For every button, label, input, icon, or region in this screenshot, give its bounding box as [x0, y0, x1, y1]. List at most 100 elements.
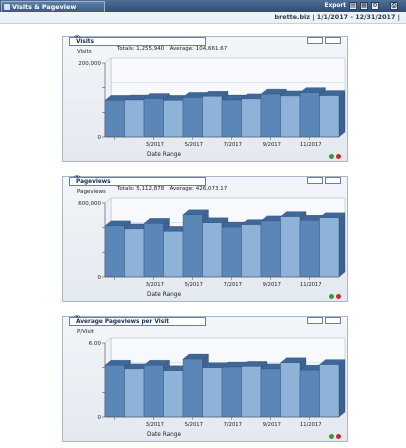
bar-front — [143, 365, 164, 418]
bar-front — [163, 231, 184, 278]
bar-front — [143, 223, 164, 278]
x-tick-label: 7/2017 — [224, 282, 242, 288]
bar-front — [202, 222, 223, 278]
x-tick-label: 11/2017 — [300, 142, 322, 148]
totals-text: Totals: 1,255,940 — [117, 46, 165, 52]
settings-icon[interactable]: ⚙ — [371, 2, 379, 10]
bar-front — [260, 93, 281, 138]
x-tick-label: 3/2017 — [146, 422, 164, 428]
line-chart-icon[interactable] — [325, 177, 341, 184]
x-tick-label: 7/2017 — [224, 142, 242, 148]
chart-stats: Totals: 5,112,878 Average: 426,073.17 — [117, 186, 227, 192]
y-tick-label: 0 — [98, 135, 102, 141]
bar-chart-icon[interactable] — [307, 177, 323, 184]
site-name: brette.biz — [274, 13, 310, 21]
x-tick-label: 11/2017 — [300, 282, 322, 288]
bar-chart-icon[interactable] — [307, 37, 323, 44]
date-range: | 1/1/2017 - 12/31/2017 | — [312, 13, 400, 21]
status-indicators — [329, 434, 341, 439]
tab-visits-pageview-tracking[interactable]: Visits & Pageview Tracking — [1, 1, 105, 22]
chart-panel-pageviews: 600,000 0 3/2017 5/2017 7/2017 9/2017 11/2017 D… — [62, 173, 348, 305]
status-indicators — [329, 294, 341, 299]
bar-front — [163, 370, 184, 418]
bar-front — [280, 95, 301, 138]
bar-side — [338, 359, 346, 418]
chart-svg: 200,000 0 3/2017 5/2017 7/2017 9/2017 11/2017 D… — [78, 57, 346, 158]
bar-front — [202, 96, 223, 138]
bar-front — [221, 366, 242, 418]
y-tick-label: 0 — [98, 415, 102, 421]
chart-panel-visits: 200,000 0 3/2017 5/2017 7/2017 9/2017 11/2017 D… — [62, 33, 348, 165]
bar-chart-icon[interactable] — [307, 317, 323, 324]
bar-12/2017 — [319, 359, 346, 418]
x-axis-label: Date Range — [147, 152, 182, 158]
chart-title: Pageviews — [69, 177, 206, 186]
status-green-dot — [329, 154, 334, 159]
x-tick-label: 5/2017 — [185, 142, 203, 148]
y-axis-label: P/Visit — [77, 329, 94, 335]
bar-12/2017 — [319, 90, 346, 138]
x-tick-label: 5/2017 — [185, 282, 203, 288]
y-axis-label: Pageviews — [77, 189, 106, 195]
chart-svg: 600,000 0 3/2017 5/2017 7/2017 9/2017 11/2017 D… — [78, 197, 346, 298]
bar-front — [280, 362, 301, 418]
bar-front — [143, 98, 164, 138]
bar-front — [241, 224, 262, 278]
bar-front — [104, 225, 125, 278]
x-axis-label: Date Range — [147, 292, 182, 298]
pageviews-chart-area: 600,000 0 3/2017 5/2017 7/2017 9/2017 11/2017 D… — [63, 177, 347, 305]
print-icon[interactable]: ⎙ — [390, 2, 398, 10]
chart-svg: 6.00 0 3/2017 5/2017 7/2017 9/2017 11/2017 Date… — [89, 337, 346, 438]
bar-front — [163, 100, 184, 138]
bar-front — [104, 100, 125, 138]
bar-front — [182, 97, 203, 138]
average-text: Average: 426,073.17 — [169, 186, 228, 192]
x-tick-label: 11/2017 — [300, 422, 322, 428]
bar-front — [124, 228, 145, 278]
line-chart-icon[interactable] — [325, 37, 341, 44]
status-green-dot — [329, 294, 334, 299]
status-red-dot — [336, 294, 341, 299]
totals-text: Totals: 5,112,878 — [117, 186, 165, 192]
export-label: Export — [324, 3, 346, 9]
bar-front — [241, 366, 262, 418]
bar-front — [182, 214, 203, 278]
bar-12/2017 — [319, 212, 346, 278]
x-tick-label: 7/2017 — [224, 422, 242, 428]
bar-front — [124, 99, 145, 138]
bar-front — [221, 226, 242, 278]
export-excel-icon[interactable]: ▦ — [360, 2, 368, 10]
bar-front — [260, 368, 281, 418]
y-axis-label: Visits — [77, 49, 92, 55]
bar-front — [299, 92, 320, 138]
line-chart-icon[interactable] — [325, 317, 341, 324]
x-tick-label: 9/2017 — [263, 142, 281, 148]
bar-front — [299, 220, 320, 278]
bar-front — [104, 365, 125, 418]
x-axis-label: Date Range — [147, 432, 182, 438]
bar-front — [124, 368, 145, 418]
bar-front — [221, 99, 242, 138]
status-red-dot — [336, 154, 341, 159]
chart-type-buttons — [307, 37, 341, 44]
average-text: Average: 104,661.67 — [169, 46, 228, 52]
bar-front — [241, 98, 262, 138]
chart-stats: Totals: 1,255,940 Average: 104,661.67 — [117, 46, 227, 52]
y-tick-label: 6.00 — [89, 341, 102, 347]
bar-front — [202, 367, 223, 418]
chart-type-buttons — [307, 317, 341, 324]
toolbar: Export ▤ ▦ ⚙ ⎙ — [325, 1, 398, 11]
export-pdf-icon[interactable]: ▤ — [349, 2, 357, 10]
site-info: brette.biz | 1/1/2017 - 12/31/2017 | — [275, 13, 400, 21]
visits-chart-area: 200,000 0 3/2017 5/2017 7/2017 9/2017 11/2017 D… — [63, 37, 347, 165]
chart-panel-avg-pageviews: 6.00 0 3/2017 5/2017 7/2017 9/2017 11/2017 Date… — [62, 313, 348, 445]
bar-front — [319, 95, 340, 138]
x-tick-label: 3/2017 — [146, 282, 164, 288]
y-tick-label: 0 — [98, 275, 102, 281]
bar-side — [338, 90, 346, 138]
bar-front — [280, 216, 301, 278]
bar-side — [338, 212, 346, 278]
bar-front — [182, 358, 203, 418]
avg-pageviews-chart-area: 6.00 0 3/2017 5/2017 7/2017 9/2017 11/2017 Date… — [63, 317, 347, 445]
x-tick-label: 5/2017 — [185, 422, 203, 428]
